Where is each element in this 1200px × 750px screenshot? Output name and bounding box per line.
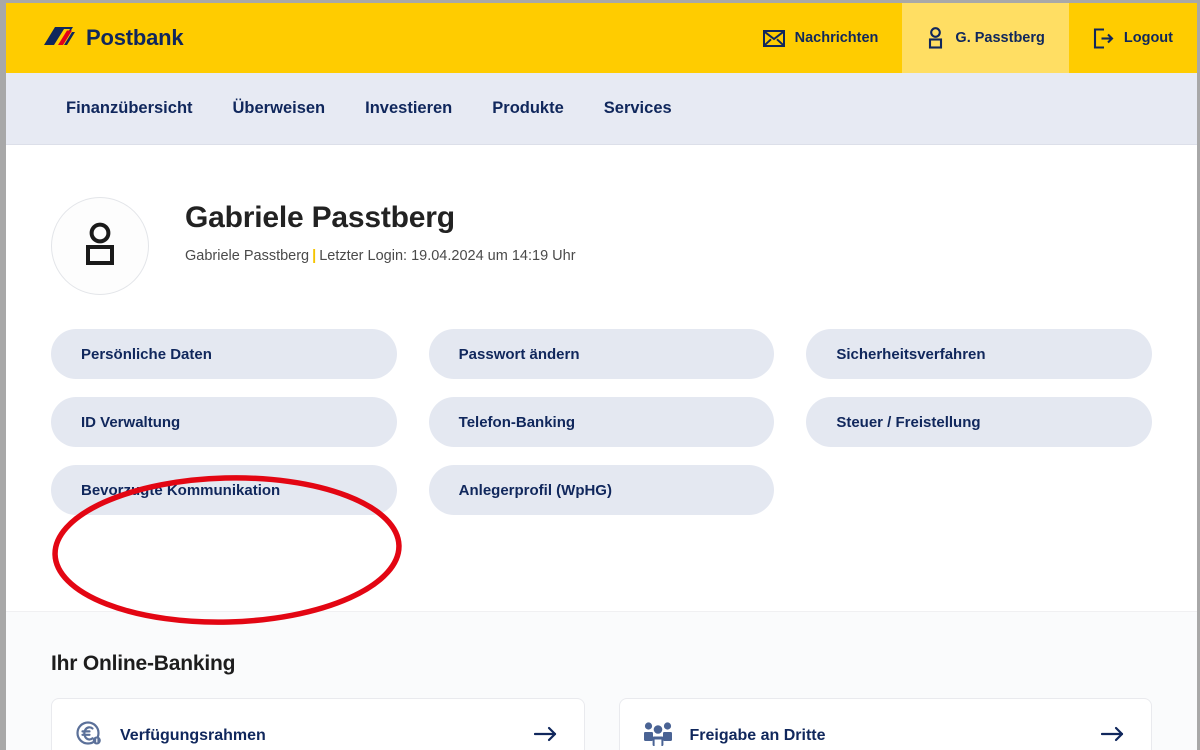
group-people-icon <box>642 720 674 750</box>
profile-subtitle: Gabriele Passtberg | Letzter Login: 19.04.… <box>185 248 576 264</box>
nav-item-investieren[interactable]: Investieren <box>365 99 452 118</box>
tile-passwort-aendern[interactable]: Passwort ändern <box>428 329 775 379</box>
card-verfuegungsrahmen[interactable]: Verfügungsrahmen <box>51 698 585 750</box>
card-freigabe-an-dritte[interactable]: Freigabe an Dritte <box>618 698 1152 750</box>
site-header: Postbank Nachrichten G. Passtberg Logout <box>6 3 1197 73</box>
card-label: Freigabe an Dritte <box>689 727 826 744</box>
tile-label: Anlegerprofil (WpHG) <box>458 481 612 499</box>
arrow-right-icon <box>1100 725 1125 748</box>
envelope-icon <box>762 29 785 47</box>
nav-item-services[interactable]: Services <box>604 99 672 118</box>
logout-icon <box>1093 27 1114 49</box>
header-item-nachrichten[interactable]: Nachrichten <box>739 3 903 73</box>
profile-last-login: Letzter Login: 19.04.2024 um 14:19 Uhr <box>319 247 576 264</box>
card-label: Verfügungsrahmen <box>120 727 266 744</box>
profile-header: Gabriele Passtberg Gabriele Passtberg | Le… <box>6 145 1197 295</box>
tile-label: Telefon-Banking <box>458 413 576 431</box>
browser-page: Postbank Nachrichten G. Passtberg Logout… <box>0 0 1200 750</box>
header-item-label: Nachrichten <box>794 30 879 46</box>
settings-tile-grid: Persönliche Daten Passwort ändern Sicher… <box>6 329 1197 515</box>
tile-label: Bevorzugte Kommunikation <box>81 481 281 499</box>
profile-sub-separator: | <box>312 247 317 264</box>
tile-label: Persönliche Daten <box>81 345 212 363</box>
person-avatar-icon <box>81 222 119 271</box>
main-navigation: Finanzübersicht Überweisen Investieren P… <box>6 73 1197 145</box>
tile-telefon-banking[interactable]: Telefon-Banking <box>428 397 775 447</box>
brand-logo[interactable]: Postbank <box>6 3 184 73</box>
profile-text: Gabriele Passtberg Gabriele Passtberg | Le… <box>149 197 576 264</box>
tile-anlegerprofil[interactable]: Anlegerprofil (WpHG) <box>428 465 775 515</box>
header-item-label: G. Passtberg <box>955 30 1045 46</box>
page-title: Gabriele Passtberg <box>185 201 455 234</box>
nav-item-produkte[interactable]: Produkte <box>492 99 564 118</box>
euro-circle-icon <box>74 719 104 750</box>
tile-bevorzugte-kommunikation[interactable]: Bevorzugte Kommunikation <box>51 465 397 515</box>
tile-steuer-freistellung[interactable]: Steuer / Freistellung <box>806 397 1152 447</box>
nav-item-finanzuebersicht[interactable]: Finanzübersicht <box>66 99 193 118</box>
header-item-logout[interactable]: Logout <box>1069 3 1197 73</box>
tile-label: Steuer / Freistellung <box>836 413 981 431</box>
header-actions: Nachrichten G. Passtberg Logout <box>739 3 1197 73</box>
tile-sicherheitsverfahren[interactable]: Sicherheitsverfahren <box>806 329 1152 379</box>
tile-label: ID Verwaltung <box>81 413 181 431</box>
tile-persoenliche-daten[interactable]: Persönliche Daten <box>51 329 397 379</box>
tile-placeholder <box>806 465 1152 515</box>
tile-id-verwaltung[interactable]: ID Verwaltung <box>51 397 397 447</box>
brand-name: Postbank <box>86 25 184 50</box>
online-banking-section: Ihr Online-Banking Verfügungsrahmen Frei… <box>6 611 1197 750</box>
arrow-right-icon <box>533 725 558 748</box>
avatar <box>51 197 149 295</box>
header-item-label: Logout <box>1123 30 1173 46</box>
nav-item-ueberweisen[interactable]: Überweisen <box>233 99 326 118</box>
tile-label: Passwort ändern <box>458 345 580 363</box>
profile-sub-name: Gabriele Passtberg <box>185 247 310 264</box>
person-icon <box>926 27 945 49</box>
section-title: Ihr Online-Banking <box>51 652 236 675</box>
online-banking-cards: Verfügungsrahmen Freigabe an Dritte <box>51 698 1152 750</box>
main-content: Gabriele Passtberg Gabriele Passtberg | Le… <box>6 145 1197 625</box>
tile-label: Sicherheitsverfahren <box>836 345 986 363</box>
postbank-swoosh-logo-icon <box>42 24 76 53</box>
header-item-user[interactable]: G. Passtberg <box>902 3 1069 73</box>
